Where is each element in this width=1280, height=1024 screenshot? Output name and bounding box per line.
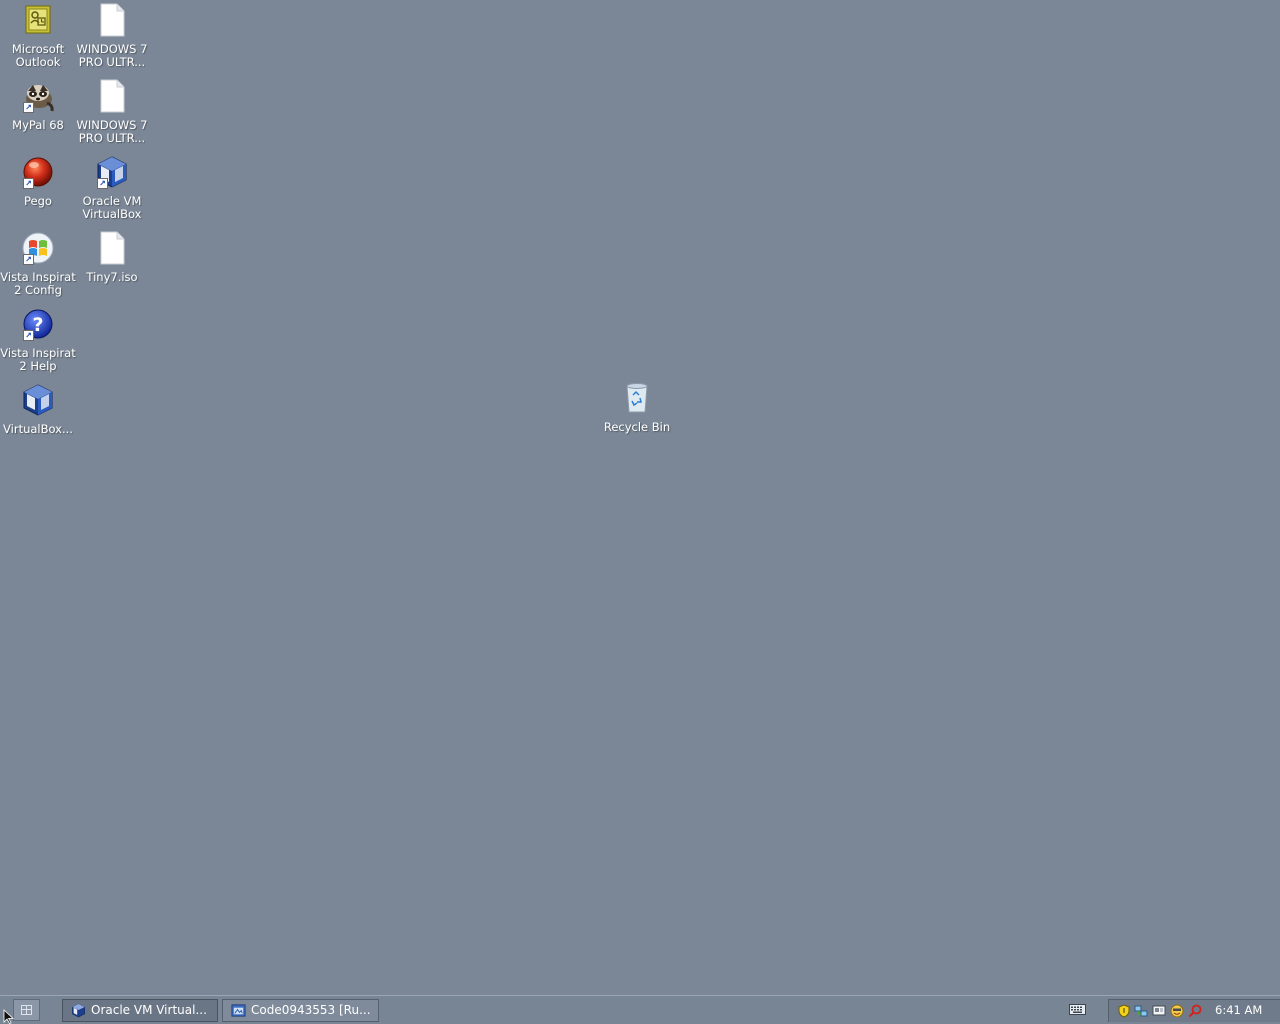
outlook-icon xyxy=(21,3,55,37)
desktop-icon-label: Oracle VM VirtualBox xyxy=(82,194,142,221)
desktop-icon-label: MyPal 68 xyxy=(12,118,64,132)
taskbar-button-label: Code0943553 [Ru... xyxy=(251,1003,371,1017)
taskbar: Oracle VM Virtual... Code0943553 [Ru... xyxy=(0,995,1280,1024)
vm-window-icon xyxy=(231,1004,246,1017)
svg-text:?: ? xyxy=(32,314,43,336)
virtualbox-icon xyxy=(21,383,55,417)
network-icon[interactable] xyxy=(1134,1004,1148,1018)
shortcut-arrow-icon: ↗ xyxy=(23,254,34,265)
desktop-icon-pego[interactable]: ↗ Pego xyxy=(0,155,76,208)
document-icon xyxy=(95,231,129,265)
virtualbox-icon: ↗ xyxy=(95,155,129,189)
document-icon xyxy=(95,3,129,37)
shield-icon[interactable] xyxy=(1117,1004,1131,1018)
keyboard-icon[interactable] xyxy=(1069,1004,1086,1015)
desktop-icon-label: VirtualBox... xyxy=(3,422,73,436)
clock[interactable]: 6:41 AM xyxy=(1215,1000,1262,1021)
shortcut-arrow-icon: ↗ xyxy=(23,330,34,341)
taskbar-button-code-vm[interactable]: Code0943553 [Ru... xyxy=(222,999,379,1022)
red-orb-icon: ↗ xyxy=(21,155,55,189)
help-icon: ? ↗ xyxy=(21,307,55,341)
desktop-icon-vista-inspirat-help[interactable]: ? ↗ Vista Inspirat 2 Help xyxy=(0,307,76,373)
shortcut-arrow-icon: ↗ xyxy=(23,178,34,189)
taskbar-button-label: Oracle VM Virtual... xyxy=(91,1003,207,1017)
desktop-icon-label: WINDOWS 7 PRO ULTR... xyxy=(76,42,148,69)
shortcut-arrow-icon: ↗ xyxy=(97,178,108,189)
desktop-icon-windows7-pro-1[interactable]: WINDOWS 7 PRO ULTR... xyxy=(74,3,150,69)
virtualbox-icon xyxy=(72,1003,85,1018)
desktop-icon-windows7-pro-2[interactable]: WINDOWS 7 PRO ULTR... xyxy=(74,79,150,145)
desktop-icon-label: Microsoft Outlook xyxy=(11,42,65,69)
desktop-icon-vista-inspirat-config[interactable]: ↗ Vista Inspirat 2 Config xyxy=(0,231,76,297)
taskbar-button-oracle-vm[interactable]: Oracle VM Virtual... xyxy=(62,999,218,1022)
desktop-icon-mypal[interactable]: ↗ MyPal 68 xyxy=(0,79,76,132)
desktop-icon-microsoft-outlook[interactable]: Microsoft Outlook xyxy=(0,3,76,69)
desktop-icon-tiny7-iso[interactable]: Tiny7.iso xyxy=(74,231,150,284)
desktop-icon-label: Vista Inspirat 2 Config xyxy=(0,270,76,297)
desktop-icon-label: Tiny7.iso xyxy=(86,270,138,284)
desktop-icon-recycle-bin[interactable]: Recycle Bin xyxy=(599,381,675,434)
display-icon[interactable] xyxy=(1152,1004,1166,1018)
desktop-icon-label: Vista Inspirat 2 Help xyxy=(0,346,76,373)
raccoon-icon: ↗ xyxy=(21,79,55,113)
mouse-cursor-icon xyxy=(3,1009,15,1024)
desktop-icon-label: Recycle Bin xyxy=(603,420,671,434)
start-button[interactable] xyxy=(13,999,40,1021)
system-tray: 6:41 AM xyxy=(1108,999,1280,1022)
shortcut-arrow-icon: ↗ xyxy=(23,102,34,113)
desktop: Microsoft Outlook ↗ MyPal 68 ↗ Pego ↗ Vi… xyxy=(0,0,1280,995)
windows-logo-icon: ↗ xyxy=(21,231,55,265)
smiley-icon[interactable] xyxy=(1170,1004,1184,1018)
magnifier-icon[interactable] xyxy=(1188,1004,1202,1018)
start-grid-icon xyxy=(21,1005,32,1015)
document-icon xyxy=(95,79,129,113)
desktop-icon-oracle-vm-virtualbox[interactable]: ↗ Oracle VM VirtualBox xyxy=(74,155,150,221)
recycle-bin-icon xyxy=(620,381,654,415)
desktop-icon-label: Pego xyxy=(24,194,52,208)
desktop-icon-label: WINDOWS 7 PRO ULTR... xyxy=(76,118,148,145)
desktop-icon-virtualbox[interactable]: VirtualBox... xyxy=(0,383,76,436)
